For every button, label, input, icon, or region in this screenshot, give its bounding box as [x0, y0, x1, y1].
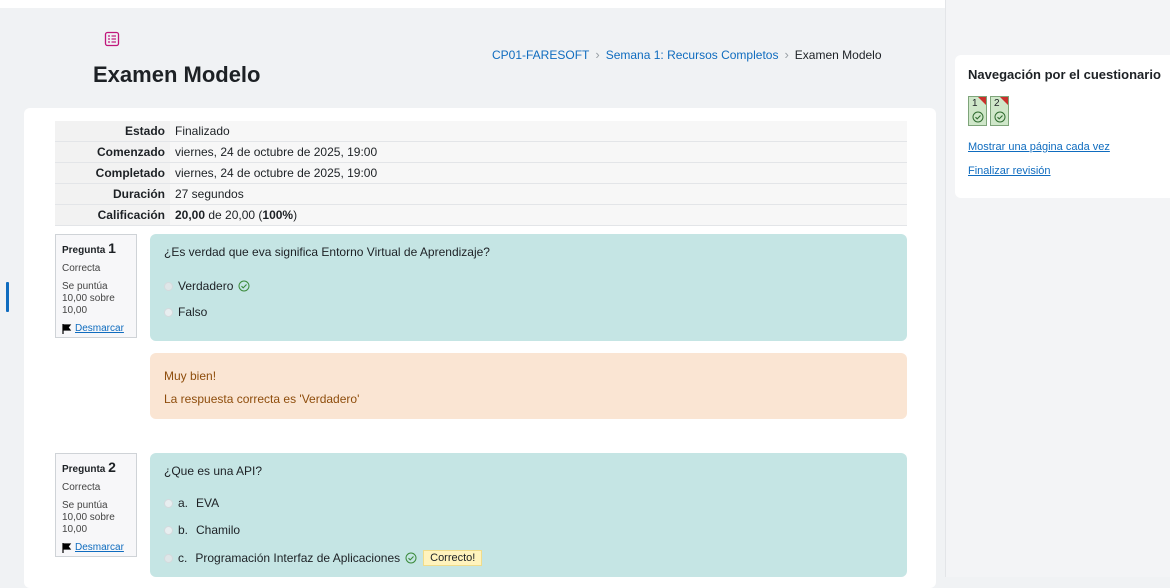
- check-circle-icon: [972, 111, 984, 123]
- summary-row-started: Comenzado viernes, 24 de octubre de 2025…: [55, 141, 907, 163]
- quiz-nav-button[interactable]: 2: [990, 96, 1009, 126]
- flag-icon: [62, 324, 72, 334]
- radio-button[interactable]: [164, 553, 173, 563]
- general-feedback: Muy bien!: [164, 369, 217, 383]
- quiz-icon: [104, 31, 120, 47]
- correct-badge: Correcto!: [423, 550, 483, 566]
- right-answer: La respuesta correcta es 'Verdadero': [164, 391, 360, 406]
- radio-button[interactable]: [164, 307, 173, 317]
- page-title: Examen Modelo: [93, 62, 261, 87]
- question-grade: Se puntúa 10,00 sobre 10,00: [62, 281, 115, 316]
- breadcrumb-current: Examen Modelo: [794, 47, 882, 62]
- question-prefix: Pregunta: [62, 464, 106, 475]
- summary-label: Estado: [55, 121, 170, 142]
- chevron-right-icon: ›: [595, 47, 600, 62]
- answer-option[interactable]: Verdadero: [164, 279, 893, 293]
- summary-label: Duración: [55, 183, 170, 205]
- answer-text: Falso: [178, 305, 208, 319]
- flag-toggle[interactable]: Desmarcar: [62, 542, 130, 554]
- summary-label: Comenzado: [55, 141, 170, 163]
- flag-icon: [1000, 97, 1008, 105]
- question-prefix: Pregunta: [62, 245, 106, 256]
- question-content: ¿Que es una API? a. EVA b. Chamilo c. Pr…: [150, 453, 907, 577]
- answer-label: b.: [178, 523, 189, 537]
- radio-button[interactable]: [164, 281, 173, 291]
- show-one-page-link[interactable]: Mostrar una página cada vez: [968, 141, 1110, 153]
- summary-value: viernes, 24 de octubre de 2025, 19:00: [170, 162, 907, 184]
- question-content: ¿Es verdad que eva significa Entorno Vir…: [150, 234, 907, 341]
- chevron-right-icon: ›: [784, 47, 789, 62]
- answer-option[interactable]: Falso: [164, 305, 893, 319]
- answer-label: a.: [178, 496, 189, 510]
- unflag-link[interactable]: Desmarcar: [75, 323, 124, 335]
- answer-option[interactable]: c. Programación Interfaz de Aplicaciones…: [164, 550, 893, 566]
- grade-total: de 20,00 (: [205, 208, 263, 222]
- answer-text: EVA: [196, 496, 220, 510]
- summary-label: Completado: [55, 162, 170, 184]
- summary-value: viernes, 24 de octubre de 2025, 19:00: [170, 141, 907, 163]
- radio-button[interactable]: [164, 498, 173, 508]
- question-text: ¿Que es una API?: [164, 464, 263, 478]
- summary-value: 20,00 de 20,00 (100%): [170, 204, 907, 226]
- answer-text: Chamilo: [196, 523, 241, 537]
- grade-close: ): [293, 208, 298, 222]
- answer-text: Programación Interfaz de Aplicaciones: [195, 551, 401, 565]
- finish-review-link[interactable]: Finalizar revisión: [968, 165, 1051, 177]
- question-state: Correcta: [62, 482, 101, 493]
- breadcrumb-section[interactable]: Semana 1: Recursos Completos: [606, 48, 779, 62]
- answer-text: Verdadero: [178, 279, 234, 293]
- answer-option[interactable]: a. EVA: [164, 496, 893, 510]
- quiz-navigation-title: Navegación por el cuestionario: [968, 67, 1161, 82]
- check-circle-icon: [238, 280, 250, 292]
- radio-button[interactable]: [164, 525, 173, 535]
- flag-toggle[interactable]: Desmarcar: [62, 323, 130, 335]
- question-number-value: 2: [108, 459, 116, 475]
- question-grade: Se puntúa 10,00 sobre 10,00: [62, 500, 115, 535]
- question-info: Pregunta 1 Correcta Se puntúa 10,00 sobr…: [55, 234, 137, 338]
- question-number: Pregunta 2: [62, 459, 130, 476]
- answer-label: c.: [178, 551, 188, 565]
- summary-row-state: Estado Finalizado: [55, 121, 907, 142]
- unflag-link[interactable]: Desmarcar: [75, 542, 124, 554]
- question-info: Pregunta 2 Correcta Se puntúa 10,00 sobr…: [55, 453, 137, 557]
- quiz-nav-number: 1: [972, 98, 978, 109]
- summary-value: Finalizado: [170, 121, 907, 142]
- drawer-toggle-indicator[interactable]: [6, 282, 9, 312]
- summary-value: 27 segundos: [170, 183, 907, 205]
- question-feedback: Muy bien! La respuesta correcta es 'Verd…: [150, 353, 907, 419]
- question-state: Correcta: [62, 263, 101, 274]
- answer-option[interactable]: b. Chamilo: [164, 523, 893, 537]
- summary-row-grade: Calificación 20,00 de 20,00 (100%): [55, 204, 907, 226]
- breadcrumb: CP01-FARESOFT › Semana 1: Recursos Compl…: [492, 47, 882, 62]
- check-circle-icon: [405, 552, 417, 564]
- quiz-nav-number: 2: [994, 98, 1000, 109]
- grade-value: 20,00: [175, 208, 206, 222]
- flag-icon: [62, 543, 72, 553]
- attempt-summary-table: Estado Finalizado Comenzado viernes, 24 …: [55, 121, 907, 226]
- quiz-nav-button[interactable]: 1: [968, 96, 987, 126]
- summary-row-completed: Completado viernes, 24 de octubre de 202…: [55, 162, 907, 184]
- summary-row-duration: Duración 27 segundos: [55, 183, 907, 205]
- question-number-value: 1: [108, 240, 116, 256]
- check-circle-icon: [994, 111, 1006, 123]
- grade-percent: 100%: [262, 208, 294, 222]
- question-text: ¿Es verdad que eva significa Entorno Vir…: [164, 245, 490, 259]
- breadcrumb-course[interactable]: CP01-FARESOFT: [492, 48, 589, 62]
- summary-label: Calificación: [55, 204, 170, 226]
- question-number: Pregunta 1: [62, 240, 130, 257]
- flag-icon: [978, 97, 986, 105]
